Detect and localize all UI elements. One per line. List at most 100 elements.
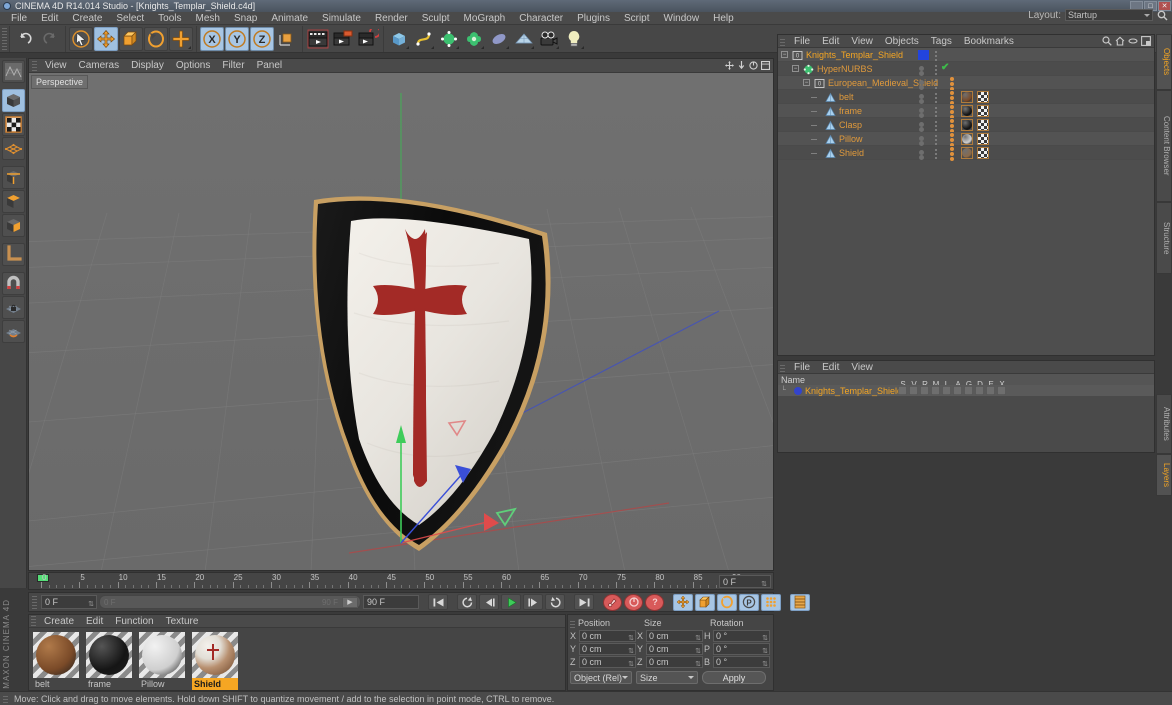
viewport-menu-options[interactable]: Options — [170, 60, 216, 71]
viewport-grip[interactable] — [32, 60, 37, 71]
home-icon[interactable] — [1115, 36, 1125, 46]
object-tree-row[interactable]: Shield — [778, 146, 1154, 161]
menu-render[interactable]: Render — [368, 12, 415, 25]
move-view-icon[interactable] — [725, 61, 734, 70]
object-menu-bookmarks[interactable]: Bookmarks — [958, 36, 1020, 47]
transport-grip[interactable] — [32, 595, 37, 609]
enable-snapping-button[interactable] — [1, 272, 25, 295]
tag-marker-dots[interactable] — [950, 91, 954, 105]
menu-sculpt[interactable]: Sculpt — [415, 12, 457, 25]
layer-toggle-a[interactable] — [953, 386, 962, 395]
material-menu-edit[interactable]: Edit — [80, 616, 109, 627]
tab-structure[interactable]: Structure — [1156, 202, 1172, 274]
timeline-current-frame-field[interactable]: 0 F ⇅ — [719, 575, 771, 588]
layer-toggle-g[interactable] — [964, 386, 973, 395]
coord-system-dropdown[interactable]: Object (Rel) — [570, 671, 632, 684]
menu-mograph[interactable]: MoGraph — [457, 12, 513, 25]
visibility-render-dot[interactable] — [919, 155, 924, 160]
viewport-menu-display[interactable]: Display — [125, 60, 170, 71]
object-dots-handle[interactable] — [935, 121, 937, 131]
object-dots-handle[interactable] — [935, 149, 937, 159]
object-menu-file[interactable]: File — [788, 36, 816, 47]
menu-simulate[interactable]: Simulate — [315, 12, 368, 25]
uvw-tag-icon[interactable] — [977, 105, 989, 117]
size-input[interactable]: 0 cm ⇅ — [646, 656, 703, 668]
object-tree-row[interactable]: frame — [778, 104, 1154, 119]
object-menu-tags[interactable]: Tags — [925, 36, 958, 47]
object-dots-handle[interactable] — [935, 107, 937, 117]
object-tree[interactable]: −0 Knights_Templar_Shield − HyperNURBS ✔ −0 Eu… — [778, 48, 1154, 355]
lock-workplane-button[interactable] — [1, 296, 25, 319]
menu-plugins[interactable]: Plugins — [570, 12, 617, 25]
size-input[interactable]: 0 cm ⇅ — [646, 630, 703, 642]
lock-z-axis[interactable]: Z — [250, 26, 274, 51]
select-tool[interactable] — [69, 26, 93, 51]
timeline-track[interactable]: 051015202530354045505560657075808590 — [29, 573, 741, 591]
position-input[interactable]: 0 cm ⇅ — [579, 656, 636, 668]
undo-button[interactable] — [13, 27, 37, 51]
layer-toggle-s[interactable] — [898, 386, 907, 395]
go-to-end-button[interactable] — [574, 594, 594, 610]
uvw-tag-icon[interactable] — [977, 91, 989, 103]
record-rotation-button[interactable] — [717, 593, 737, 611]
play-loop-button[interactable] — [545, 594, 565, 610]
scale-tool[interactable] — [119, 26, 143, 51]
scale-view-icon[interactable] — [737, 61, 746, 70]
tag-marker-dots[interactable] — [950, 119, 954, 133]
render-region[interactable] — [331, 27, 355, 51]
play-reverse-loop-button[interactable] — [457, 594, 477, 610]
object-manager-grip[interactable] — [780, 36, 785, 46]
rotate-tool[interactable] — [144, 26, 168, 51]
spinner-icon[interactable]: ⇅ — [628, 659, 634, 670]
object-menu-view[interactable]: View — [845, 36, 879, 47]
hypernurbs-enabled-icon[interactable]: ✔ — [941, 62, 949, 73]
lock-x-axis[interactable]: X — [200, 26, 224, 51]
add-tool[interactable] — [169, 26, 193, 51]
viewport-menu-filter[interactable]: Filter — [216, 60, 250, 71]
menu-character[interactable]: Character — [512, 12, 570, 25]
size-mode-dropdown[interactable]: Size — [636, 671, 698, 684]
object-axis-mode-button[interactable] — [1, 214, 25, 237]
material-preview[interactable] — [192, 632, 238, 678]
rotate-view-icon[interactable] — [749, 61, 758, 70]
keyframe-selection-button[interactable]: ? — [645, 593, 664, 611]
scrub-next-button[interactable]: ▶ — [342, 597, 358, 608]
object-tree-row[interactable]: belt — [778, 90, 1154, 105]
menu-create[interactable]: Create — [65, 12, 109, 25]
layer-toggle-r[interactable] — [920, 386, 929, 395]
go-to-start-button[interactable] — [428, 594, 448, 610]
tag-marker-dots[interactable] — [950, 77, 954, 91]
material-tag-icon[interactable] — [961, 105, 973, 117]
material-menu-function[interactable]: Function — [109, 616, 159, 627]
menu-window[interactable]: Window — [657, 12, 707, 25]
object-dots-handle[interactable] — [935, 135, 937, 145]
spinner-icon[interactable]: ⇅ — [761, 579, 767, 591]
world-axis-button[interactable] — [1, 243, 25, 266]
layer-toggle-l[interactable] — [942, 386, 951, 395]
maximize-view-icon[interactable] — [761, 61, 770, 70]
object-menu-objects[interactable]: Objects — [879, 36, 925, 47]
redo-button[interactable] — [38, 27, 62, 51]
material-tag-icon[interactable] — [961, 91, 973, 103]
object-dots-handle[interactable] — [935, 65, 937, 75]
tab-attributes[interactable]: Attributes — [1156, 394, 1172, 454]
viewport-menu-cameras[interactable]: Cameras — [73, 60, 126, 71]
lock-y-axis[interactable]: Y — [225, 26, 249, 51]
object-dots-handle[interactable] — [935, 93, 937, 103]
uvw-tag-icon[interactable] — [977, 133, 989, 145]
fit-icon[interactable] — [1141, 36, 1151, 46]
material-grip[interactable] — [31, 616, 36, 626]
points-mode-button[interactable] — [1, 137, 25, 160]
viewport-3d-scene[interactable]: Y X Z — [29, 73, 773, 570]
tag-marker-dots[interactable] — [950, 147, 954, 161]
render-settings[interactable] — [356, 27, 380, 51]
material-item[interactable]: frame — [86, 632, 132, 690]
expand-collapse-toggle[interactable]: − — [803, 79, 810, 86]
material-item[interactable]: Pillow — [139, 632, 185, 690]
move-tool[interactable] — [94, 26, 118, 51]
coordinates-grip[interactable] — [570, 618, 575, 628]
material-tag-icon[interactable] — [961, 133, 973, 145]
layer-toggle-e[interactable] — [986, 386, 995, 395]
rotation-input[interactable]: 0 ° ⇅ — [713, 643, 770, 655]
object-tree-row[interactable]: Clasp — [778, 118, 1154, 133]
